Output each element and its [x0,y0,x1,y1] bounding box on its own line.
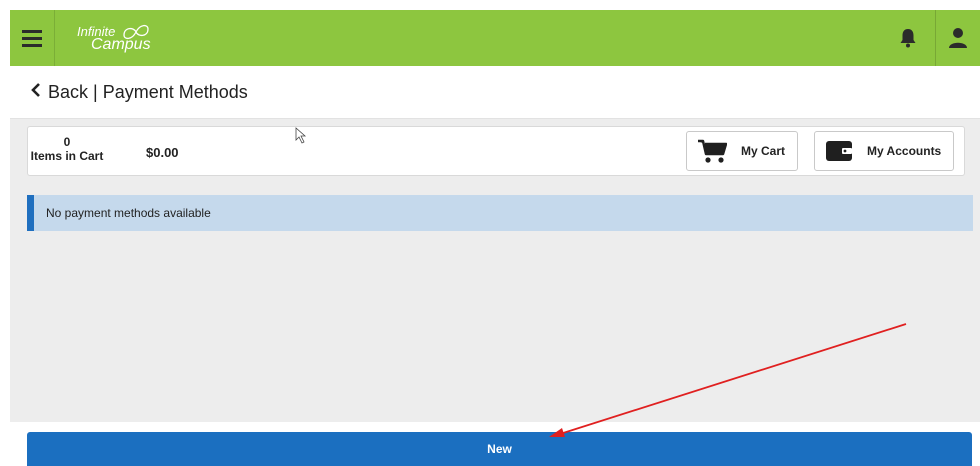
cart-summary-card: 0 Items in Cart $0.00 My Cart My Account… [27,126,965,176]
my-accounts-label: My Accounts [867,144,942,158]
chevron-left-icon[interactable] [30,82,42,103]
my-cart-label: My Cart [741,144,786,158]
hamburger-menu-icon[interactable] [10,10,55,66]
items-in-cart: 0 Items in Cart [28,135,106,163]
shopping-cart-icon [698,139,727,163]
user-icon[interactable] [935,10,980,66]
wallet-icon [826,141,852,161]
cart-total: $0.00 [146,145,179,160]
items-count-value: 0 [63,135,71,149]
new-payment-method-button[interactable]: New [27,432,972,466]
infinite-campus-logo: Infinite Campus [77,24,151,53]
main-content: 0 Items in Cart $0.00 My Cart My Account… [10,119,980,422]
alert-message: No payment methods available [46,206,211,220]
new-button-label: New [487,442,512,456]
items-count-label: Items in Cart [30,149,104,163]
bell-icon[interactable] [896,26,920,50]
logo-infinity-icon [123,24,149,40]
my-accounts-button[interactable]: My Accounts [814,131,954,171]
back-link-title[interactable]: Back | Payment Methods [48,82,248,103]
top-navigation-bar: Infinite Campus [10,10,980,66]
page-header: Back | Payment Methods [10,66,980,119]
no-payment-methods-alert: No payment methods available [27,195,973,231]
my-cart-button[interactable]: My Cart [686,131,798,171]
